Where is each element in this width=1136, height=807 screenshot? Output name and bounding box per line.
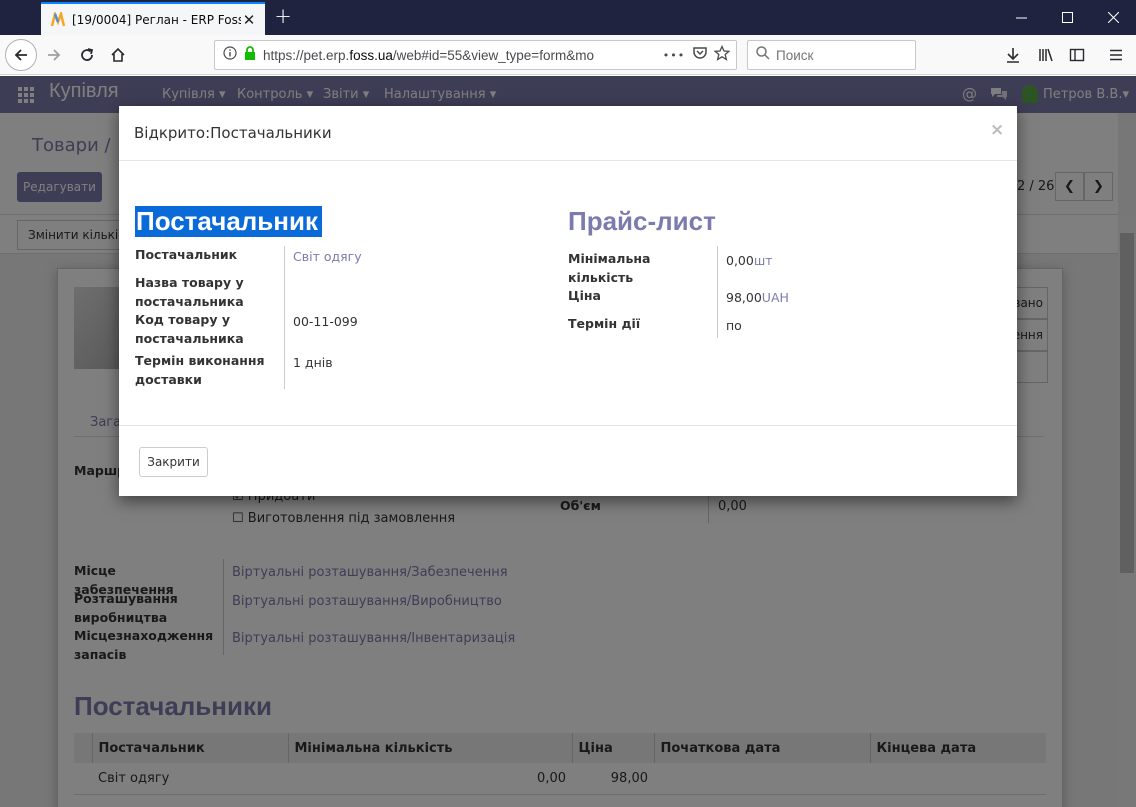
reload-button[interactable] <box>73 41 101 69</box>
forward-button[interactable] <box>40 41 68 69</box>
search-input[interactable] <box>776 47 896 63</box>
bookmark-star-icon[interactable] <box>713 44 731 65</box>
new-tab-button[interactable]: + <box>270 5 296 29</box>
min-qty-label: Мінімальна кількість <box>568 251 651 285</box>
supplier-link[interactable]: Світ одягу <box>293 249 362 264</box>
supplier-dialog: Відкрито:Постачальники × Постачальник Пр… <box>119 106 1017 496</box>
product-name-label: Назва товару у постачальника <box>135 275 244 309</box>
divider <box>717 246 718 338</box>
window-minimize-button[interactable] <box>998 0 1044 35</box>
supplier-label: Постачальник <box>135 247 238 262</box>
pricelist-section-heading: Прайс-лист <box>568 206 716 236</box>
pocket-icon[interactable] <box>692 45 708 65</box>
browser-tab-strip: [19/0004] Реглан - ERP Foss ✕ + <box>0 0 1136 35</box>
close-button[interactable]: Закрити <box>139 447 208 477</box>
browser-tab-active[interactable]: [19/0004] Реглан - ERP Foss ✕ <box>41 2 265 35</box>
window-close-button[interactable] <box>1090 0 1136 35</box>
sidebar-toggle-icon[interactable] <box>1063 41 1091 69</box>
lead-time-label: Термін виконання доставки <box>135 353 265 387</box>
dialog-title: Відкрито:Постачальники <box>134 124 332 142</box>
library-icon[interactable] <box>1032 41 1060 69</box>
browser-tab-title: [19/0004] Реглан - ERP Foss <box>72 12 241 27</box>
window-maximize-button[interactable] <box>1044 0 1090 35</box>
validity-label: Термін дії <box>568 316 641 331</box>
url-text[interactable]: https://pet.erp.foss.ua/web#id=55&view_t… <box>263 48 662 63</box>
page-actions-menu-icon[interactable]: ••• <box>662 49 686 62</box>
validity-value: по <box>726 318 742 333</box>
price-value: 98,00UAH <box>726 290 789 305</box>
back-button[interactable] <box>5 39 37 71</box>
close-icon[interactable]: × <box>990 120 1004 140</box>
product-code-value: 00-11-099 <box>293 314 358 329</box>
divider <box>284 246 285 389</box>
site-favicon-icon <box>50 9 66 28</box>
dialog-header: Відкрито:Постачальники × <box>119 106 1017 161</box>
supplier-section-heading: Постачальник <box>135 206 322 237</box>
downloads-icon[interactable] <box>999 41 1027 69</box>
search-box[interactable] <box>747 40 916 70</box>
dialog-footer: Закрити <box>119 425 1017 496</box>
price-label: Ціна <box>568 288 601 303</box>
browser-navigation-bar: https://pet.erp.foss.ua/web#id=55&view_t… <box>0 35 1136 75</box>
min-qty-unit: шт <box>753 253 773 268</box>
search-icon <box>756 46 770 64</box>
lead-time-value: 1 днів <box>293 355 333 370</box>
hamburger-menu-icon[interactable] <box>1102 41 1130 69</box>
info-icon[interactable] <box>223 46 237 64</box>
price-currency: UAH <box>761 290 789 305</box>
tab-close-icon[interactable]: ✕ <box>241 11 257 29</box>
product-code-label: Код товару у постачальника <box>135 312 244 346</box>
home-button[interactable] <box>104 41 132 69</box>
lock-icon[interactable] <box>243 45 257 65</box>
address-bar[interactable]: https://pet.erp.foss.ua/web#id=55&view_t… <box>214 40 737 70</box>
min-qty-value: 0,00шт <box>726 253 773 268</box>
